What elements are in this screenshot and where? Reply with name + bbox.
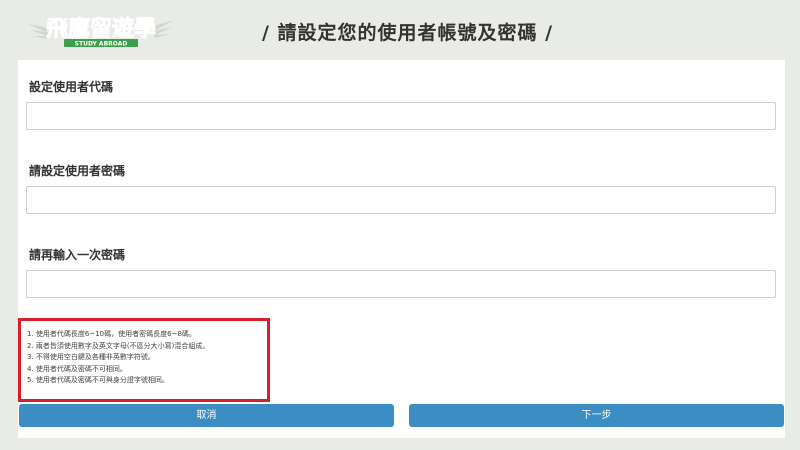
- page-title: / 請設定您的使用者帳號及密碼 /: [262, 22, 554, 44]
- logo-graphic: 飛鷹留遊學 STUDY ABROAD: [28, 16, 174, 48]
- rule-item: 5. 使用者代碼及密碼不可與身分證字號相同。: [27, 376, 169, 384]
- right-wing-icon: [154, 20, 174, 38]
- cancel-button[interactable]: 取消: [19, 404, 394, 427]
- logo-subtext: STUDY ABROAD: [75, 41, 128, 48]
- password-rules-list: 1. 使用者代碼長度6~10碼，使用者密碼長度6~8碼。 2. 兩者皆須使用數字…: [27, 329, 209, 387]
- rule-item: 4. 使用者代碼及密碼不可相同。: [27, 364, 127, 373]
- user-id-label: 設定使用者代碼: [29, 80, 114, 94]
- next-step-button[interactable]: 下一步: [409, 404, 784, 427]
- rule-item: 3. 不得使用空白鍵及各種非英數字符號。: [27, 353, 155, 361]
- rule-item: 1. 使用者代碼長度6~10碼，使用者密碼長度6~8碼。: [27, 330, 196, 338]
- confirm-password-label: 請再輸入一次密碼: [29, 248, 126, 262]
- logo-text: 飛鷹留遊學: [46, 16, 156, 42]
- password-label: 請設定使用者密碼: [29, 164, 126, 178]
- password-input[interactable]: [26, 186, 776, 214]
- user-id-input[interactable]: [26, 102, 776, 130]
- confirm-password-input[interactable]: [26, 270, 776, 298]
- password-rules-box: 1. 使用者代碼長度6~10碼，使用者密碼長度6~8碼。 2. 兩者皆須使用數字…: [18, 318, 270, 402]
- rule-item: 2. 兩者皆須使用數字及英文字母(不區分大小寫)混合組成。: [27, 341, 210, 350]
- logo: 飛鷹留遊學 STUDY ABROAD: [26, 10, 176, 50]
- signup-form-card: 設定使用者代碼 請設定使用者密碼 請再輸入一次密碼 1. 使用者代碼長度6~10…: [18, 60, 785, 438]
